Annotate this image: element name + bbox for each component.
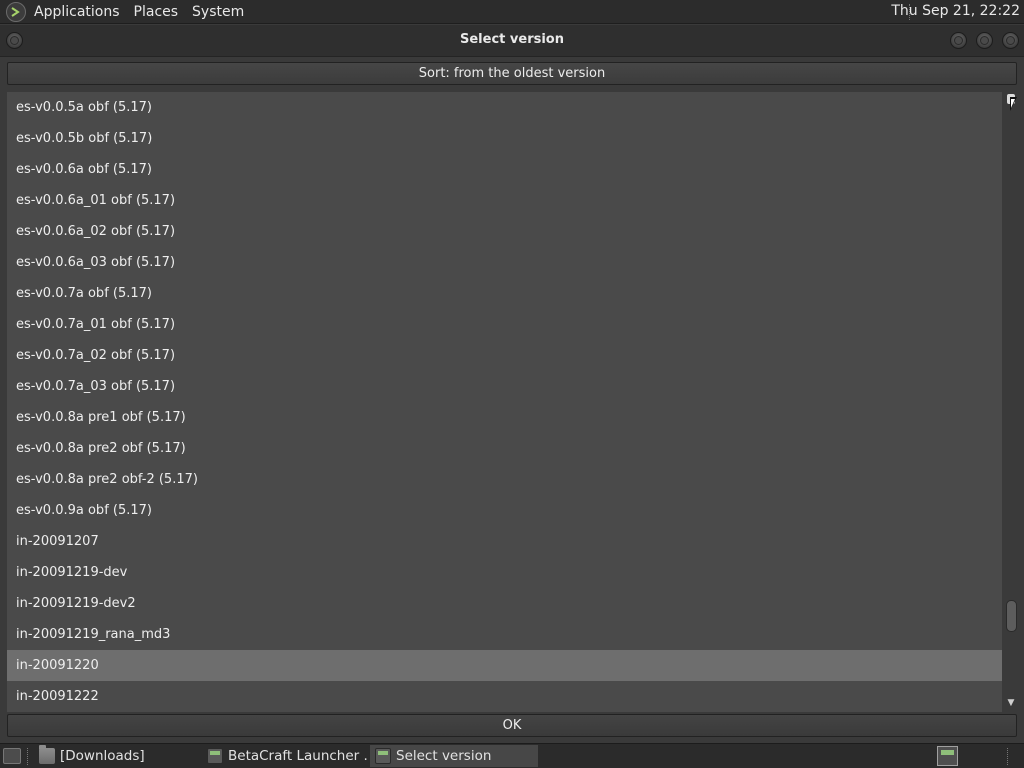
- list-item[interactable]: in-20091219-dev: [7, 557, 1002, 588]
- task-label: BetaCraft Launcher ...: [228, 748, 368, 764]
- list-item[interactable]: es-v0.0.8a pre1 obf (5.17): [7, 402, 1002, 433]
- tray-separator: [1007, 748, 1008, 765]
- list-item[interactable]: in-20091222: [7, 681, 1002, 712]
- list-item[interactable]: es-v0.0.8a pre2 obf-2 (5.17): [7, 464, 1002, 495]
- terminal-prompt-icon[interactable]: [6, 1, 26, 22]
- list-item[interactable]: es-v0.0.5a obf (5.17): [7, 92, 1002, 123]
- scroll-thumb[interactable]: [1006, 600, 1017, 632]
- window-title: Select version: [460, 32, 564, 47]
- list-item[interactable]: es-v0.0.7a obf (5.17): [7, 278, 1002, 309]
- list-item[interactable]: es-v0.0.8a pre2 obf (5.17): [7, 433, 1002, 464]
- clock[interactable]: Thu Sep 21, 22:22: [891, 3, 1020, 19]
- list-item[interactable]: es-v0.0.7a_03 obf (5.17): [7, 371, 1002, 402]
- list-item[interactable]: in-20091220: [7, 650, 1002, 681]
- menu-system[interactable]: System: [192, 4, 244, 20]
- list-item[interactable]: es-v0.0.6a obf (5.17): [7, 154, 1002, 185]
- task-select-version[interactable]: Select version: [370, 745, 538, 767]
- list-item[interactable]: es-v0.0.7a_01 obf (5.17): [7, 309, 1002, 340]
- mouse-cursor-icon: [1010, 97, 1017, 111]
- betacraft-icon: [375, 748, 391, 764]
- list-item[interactable]: in-20091219-dev2: [7, 588, 1002, 619]
- close-button[interactable]: [1002, 32, 1019, 49]
- list-item[interactable]: es-v0.0.9a obf (5.17): [7, 495, 1002, 526]
- chevron-down-icon[interactable]: ▼: [1004, 696, 1018, 710]
- task-label: Select version: [396, 748, 492, 764]
- sort-button[interactable]: Sort: from the oldest version: [7, 62, 1017, 85]
- list-item[interactable]: es-v0.0.5b obf (5.17): [7, 123, 1002, 154]
- list-scrollbar[interactable]: ▼: [1004, 92, 1018, 712]
- bottom-taskbar: [Downloads] BetaCraft Launcher ... Selec…: [0, 743, 1024, 768]
- ok-button[interactable]: OK: [7, 714, 1017, 737]
- list-item[interactable]: in-20091207: [7, 526, 1002, 557]
- list-item[interactable]: es-v0.0.7a_02 obf (5.17): [7, 340, 1002, 371]
- taskbar-separator: [27, 748, 28, 765]
- menu-applications[interactable]: Applications: [34, 4, 120, 20]
- task-betacraft-launcher[interactable]: BetaCraft Launcher ...: [202, 745, 368, 767]
- folder-icon: [39, 745, 55, 764]
- show-desktop-icon[interactable]: [3, 748, 21, 764]
- list-item[interactable]: es-v0.0.6a_01 obf (5.17): [7, 185, 1002, 216]
- task-label: [Downloads]: [60, 748, 145, 764]
- version-list[interactable]: es-v0.0.5a obf (5.17) es-v0.0.5b obf (5.1…: [7, 92, 1002, 712]
- list-item[interactable]: es-v0.0.6a_03 obf (5.17): [7, 247, 1002, 278]
- menu-places[interactable]: Places: [134, 4, 179, 20]
- list-item[interactable]: in-20091219_rana_md3: [7, 619, 1002, 650]
- list-item[interactable]: es-v0.0.6a_02 obf (5.17): [7, 216, 1002, 247]
- maximize-button[interactable]: [976, 32, 993, 49]
- window-titlebar[interactable]: Select version: [0, 25, 1024, 57]
- task-downloads[interactable]: [Downloads]: [34, 745, 200, 767]
- minimize-button[interactable]: [950, 32, 967, 49]
- betacraft-tray-icon[interactable]: [937, 746, 958, 766]
- top-panel: Applications Places System Thu Sep 21, 2…: [0, 0, 1024, 24]
- betacraft-icon: [207, 748, 223, 764]
